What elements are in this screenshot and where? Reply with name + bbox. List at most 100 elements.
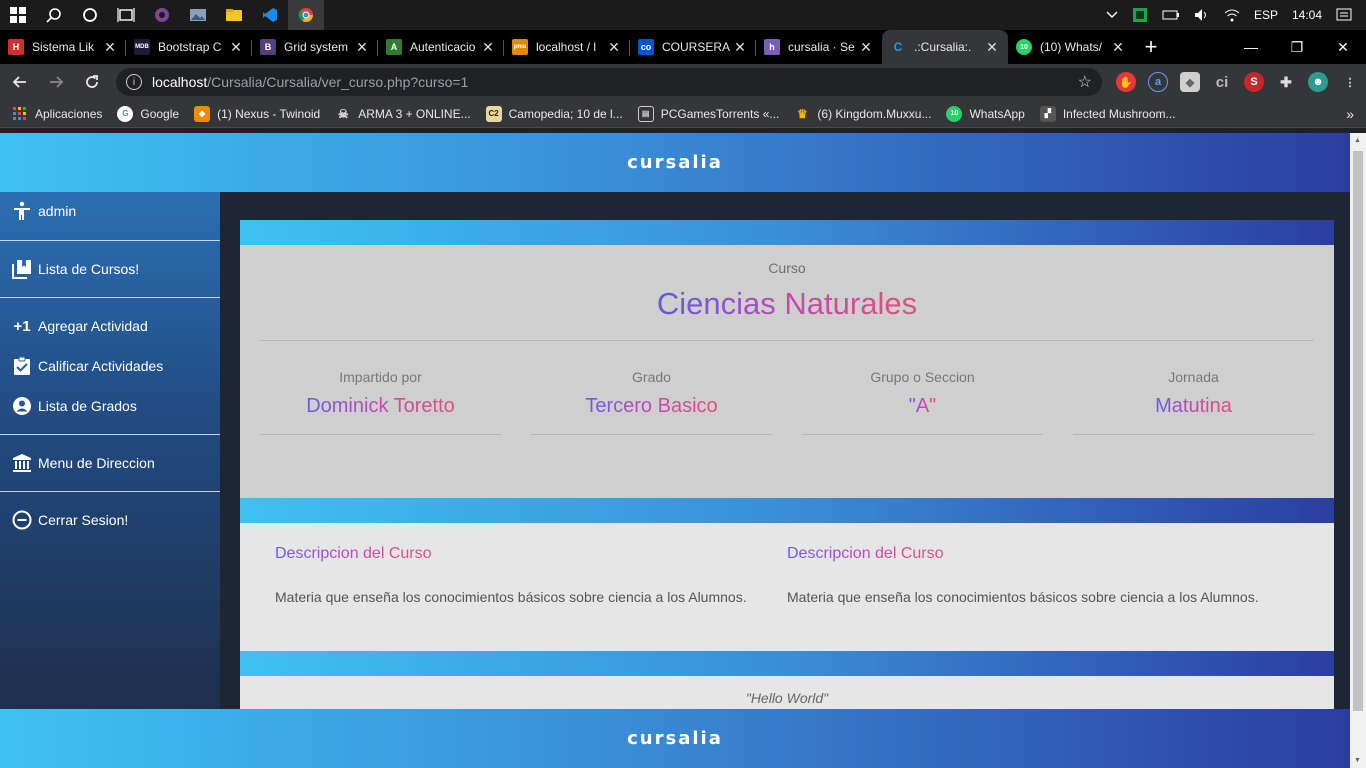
- sidebar-item-lista-grados[interactable]: Lista de Grados: [0, 386, 220, 426]
- course-name: Ciencias Naturales: [656, 286, 918, 321]
- browser-tab[interactable]: H Sistema Lik ✕: [0, 30, 126, 64]
- tab-close-icon[interactable]: ✕: [606, 39, 622, 56]
- browser-tab[interactable]: MDB Bootstrap C ✕: [126, 30, 252, 64]
- sidebar-item-lista-cursos[interactable]: Lista de Cursos!: [0, 249, 220, 289]
- back-arrow-icon[interactable]: [4, 66, 36, 98]
- plus-one-icon: +1: [13, 317, 31, 335]
- file-explorer-icon[interactable]: [216, 0, 252, 30]
- battery-icon[interactable]: [1162, 9, 1180, 21]
- tab-title: Autenticacio: [410, 40, 476, 54]
- windows-taskbar: ESP 14:04: [0, 0, 1366, 30]
- bookmark-item[interactable]: G Google: [117, 105, 179, 122]
- profile-avatar[interactable]: ☻: [1308, 72, 1328, 92]
- browser-tab[interactable]: B Grid system ✕: [252, 30, 378, 64]
- new-tab-button[interactable]: +: [1134, 30, 1168, 64]
- s-extension-icon[interactable]: S: [1244, 72, 1264, 92]
- course-info-card: Curso Ciencias Naturales Impartido por D…: [240, 245, 1334, 498]
- task-view-icon[interactable]: [108, 0, 144, 30]
- cortana-icon[interactable]: [72, 0, 108, 30]
- tor-browser-icon[interactable]: [144, 0, 180, 30]
- forward-arrow-icon[interactable]: [40, 66, 72, 98]
- site-footer: cursalia: [0, 709, 1350, 768]
- bookmark-item[interactable]: 10 WhatsApp: [946, 105, 1025, 122]
- scroll-up-icon[interactable]: ▲: [1354, 137, 1361, 144]
- clock[interactable]: 14:04: [1292, 8, 1322, 22]
- sidebar-user[interactable]: admin: [0, 192, 220, 230]
- sidebar-item-label: Menu de Direccion: [38, 455, 155, 471]
- adblock-extension-icon[interactable]: ✋: [1116, 72, 1136, 92]
- chevron-up-icon[interactable]: [1106, 11, 1118, 19]
- course-label: Curso: [768, 260, 806, 276]
- sidebar-item-menu-direccion[interactable]: Menu de Direccion: [0, 443, 220, 483]
- tab-close-icon[interactable]: ✕: [228, 39, 244, 56]
- puzzle-extensions-icon[interactable]: ✚: [1276, 72, 1296, 92]
- chrome-taskbar-icon[interactable]: [288, 0, 324, 30]
- google-icon: G: [117, 105, 134, 122]
- tab-favicon-icon: A: [386, 39, 402, 55]
- bookmark-item[interactable]: ☠ ARMA 3 + ONLINE...: [335, 106, 471, 122]
- vscode-icon[interactable]: [252, 0, 288, 30]
- tab-close-icon[interactable]: ✕: [858, 39, 874, 56]
- gradient-band: [240, 220, 1334, 245]
- close-window-icon[interactable]: ✕: [1320, 30, 1366, 64]
- bookmark-item[interactable]: ◆ (1) Nexus - Twinoid: [194, 105, 320, 122]
- divider: [260, 340, 1314, 341]
- bookmark-item[interactable]: ♛ (6) Kingdom.Muxxu...: [794, 106, 931, 122]
- browser-tab[interactable]: co COURSERA ✕: [630, 30, 756, 64]
- wifi-icon[interactable]: [1224, 8, 1240, 22]
- detail-shift: Jornada Matutina: [1073, 369, 1314, 435]
- sidebar-item-calificar-actividades[interactable]: Calificar Actividades: [0, 346, 220, 386]
- tab-close-icon[interactable]: ✕: [102, 39, 118, 56]
- tab-title: (10) Whats/: [1040, 40, 1103, 54]
- browser-tab[interactable]: pma localhost / l ✕: [504, 30, 630, 64]
- app-tray-icon[interactable]: [1132, 7, 1148, 23]
- browser-tab[interactable]: h cursalia · Se ✕: [756, 30, 882, 64]
- tab-close-icon[interactable]: ✕: [354, 39, 370, 56]
- bookmark-item[interactable]: Aplicaciones: [12, 106, 102, 122]
- sidebar-item-cerrar-sesion[interactable]: Cerrar Sesion!: [0, 500, 220, 540]
- bookmark-star-icon[interactable]: ☆: [1078, 72, 1092, 92]
- sidebar-item-agregar-actividad[interactable]: +1 Agregar Actividad: [0, 306, 220, 346]
- volume-icon[interactable]: [1194, 8, 1210, 22]
- sidebar-item-label: Agregar Actividad: [38, 318, 148, 334]
- tab-close-icon[interactable]: ✕: [1110, 39, 1126, 56]
- reload-icon[interactable]: [76, 66, 108, 98]
- browser-tab[interactable]: A Autenticacio ✕: [378, 30, 504, 64]
- bookmark-item[interactable]: ▞ Infected Mushroom...: [1039, 105, 1176, 122]
- ci-extension-icon[interactable]: ci: [1212, 72, 1232, 92]
- tab-close-icon[interactable]: ✕: [732, 39, 748, 56]
- search-icon[interactable]: [36, 0, 72, 30]
- whatsapp-icon: 10: [946, 105, 963, 122]
- notifications-icon[interactable]: [1336, 7, 1352, 23]
- language-indicator[interactable]: ESP: [1254, 8, 1278, 22]
- page-scrollbar[interactable]: ▲ ▼: [1350, 133, 1366, 768]
- divider: [0, 297, 220, 298]
- browser-tab-active[interactable]: C .:Cursalia:. ✕: [882, 30, 1008, 64]
- url-host: localhost: [152, 74, 208, 90]
- footer-logo[interactable]: cursalia: [627, 728, 723, 749]
- bookmark-item[interactable]: C2 Camopedia; 10 de l...: [485, 105, 623, 122]
- description-text: Materia que enseña los conocimientos bás…: [275, 589, 747, 605]
- chrome-menu-icon[interactable]: ⋮: [1340, 72, 1360, 92]
- bookmarks-bar: Aplicaciones G Google ◆ (1) Nexus - Twinoi…: [0, 100, 1366, 128]
- cube-extension-icon[interactable]: ◆: [1180, 72, 1200, 92]
- bookmark-item[interactable]: ▤ PCGamesTorrents «...: [637, 105, 779, 122]
- scroll-down-icon[interactable]: ▼: [1354, 757, 1361, 764]
- tab-title: cursalia · Se: [788, 40, 855, 54]
- bookmark-label: Camopedia; 10 de l...: [508, 106, 623, 121]
- detail-value: Matutina: [1155, 395, 1232, 417]
- tab-close-icon[interactable]: ✕: [480, 39, 496, 56]
- minimize-icon[interactable]: —: [1228, 30, 1274, 64]
- site-info-icon[interactable]: i: [126, 74, 142, 90]
- tab-close-icon[interactable]: ✕: [984, 39, 1000, 56]
- bookmarks-overflow-icon[interactable]: »: [1346, 106, 1354, 122]
- browser-tab[interactable]: 10 (10) Whats/ ✕: [1008, 30, 1134, 64]
- restore-icon[interactable]: ❐: [1274, 30, 1320, 64]
- scrollbar-thumb[interactable]: [1353, 151, 1363, 711]
- a-extension-icon[interactable]: a: [1148, 72, 1168, 92]
- person-circle-icon: [12, 396, 32, 416]
- site-logo[interactable]: cursalia: [627, 152, 723, 173]
- windows-start-icon[interactable]: [0, 0, 36, 30]
- photos-app-icon[interactable]: [180, 0, 216, 30]
- address-bar[interactable]: i localhost/Cursalia/Cursalia/ver_curso.…: [116, 68, 1102, 96]
